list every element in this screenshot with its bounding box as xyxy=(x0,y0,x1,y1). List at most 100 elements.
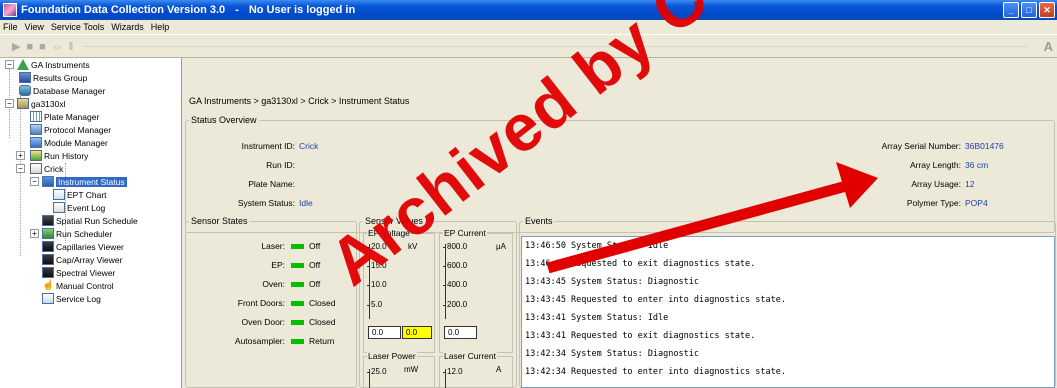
array-serial-label: Array Serial Number: xyxy=(881,141,961,151)
ep-voltage-setpoint-readout: 0.0 xyxy=(402,326,432,339)
oven-status-led xyxy=(291,282,304,287)
expand-toggle-icon[interactable]: + xyxy=(16,151,25,160)
suspend-icon[interactable]: ‖ xyxy=(69,41,74,53)
status-icon xyxy=(42,176,54,187)
toolbar: ▶ ■ ■ ⇔ ‖ A xyxy=(0,36,1057,58)
menu-view[interactable]: View xyxy=(25,22,44,32)
array-usage-value: 12 xyxy=(965,179,975,189)
sensor-values-legend: Sensor Values xyxy=(365,216,423,226)
tree-item-instrument-status[interactable]: Instrument Status xyxy=(42,175,127,188)
maximize-button[interactable]: □ xyxy=(1021,2,1037,18)
event-line: 13:43:41 System Status: Idle xyxy=(525,313,669,323)
protocol-icon xyxy=(30,124,42,135)
tree-item-plate-manager[interactable]: Plate Manager xyxy=(30,110,99,123)
laser-power-unit: mW xyxy=(404,365,419,374)
tree-item-run-scheduler[interactable]: Run Scheduler xyxy=(42,227,112,240)
tree-item-spectral-viewer[interactable]: Spectral Viewer xyxy=(42,266,115,279)
laser-current-tick: 12.0 xyxy=(443,367,463,376)
menu-file[interactable]: File xyxy=(3,22,18,32)
tree-item-crick[interactable]: Crick xyxy=(30,162,63,175)
ep-voltage-unit: kV xyxy=(408,242,418,251)
oven-label: Oven: xyxy=(262,279,285,289)
hand-icon: ☝ xyxy=(42,280,55,291)
array-length-value: 36 cm xyxy=(965,160,989,170)
title-separator: - xyxy=(235,4,239,16)
ep-current-unit: μA xyxy=(496,242,506,251)
menu-help[interactable]: Help xyxy=(151,22,170,32)
autosampler-value: Return xyxy=(309,336,335,346)
tree-item-results-group[interactable]: Results Group xyxy=(19,71,87,84)
menu-wizards[interactable]: Wizards xyxy=(111,22,144,32)
tree-item-database-manager[interactable]: Database Manager xyxy=(19,84,105,97)
module-icon xyxy=(30,137,42,148)
ep-voltage-gauge: EP Voltage kV 20.0 15.0 10.0 5.0 0.0 0.0 xyxy=(363,228,435,353)
ep-voltage-tick: 10.0 xyxy=(367,280,387,289)
user-status: No User is logged in xyxy=(248,4,356,16)
chart-icon xyxy=(53,189,65,200)
pause-icon[interactable]: ■ xyxy=(39,41,46,53)
instrument-id-value: Crick xyxy=(299,141,319,151)
tree-item-ga-instruments[interactable]: GA Instruments xyxy=(17,58,90,71)
tree-item-spatial-run-scheduler[interactable]: Spatial Run Schedule xyxy=(42,214,138,227)
ep-current-readout: 0.0 xyxy=(444,326,477,339)
window-title: Foundation Data Collection Version 3.0 xyxy=(21,4,226,16)
ep-voltage-tick: 5.0 xyxy=(366,300,383,309)
app-window: Foundation Data Collection Version 3.0 -… xyxy=(0,0,1057,388)
tree-item-ept-chart[interactable]: EPT Chart xyxy=(53,188,107,201)
collapse-toggle-icon[interactable]: − xyxy=(5,99,14,108)
array-serial-value: 36B01476 xyxy=(965,141,1004,151)
laser-power-title: Laser Power xyxy=(367,351,417,361)
menu-service-tools[interactable]: Service Tools xyxy=(51,22,104,32)
events-legend: Events xyxy=(525,216,553,226)
status-overview-legend: Status Overview xyxy=(191,115,257,125)
skip-icon[interactable]: ⇔ xyxy=(52,41,63,53)
front-doors-value: Closed xyxy=(309,298,336,308)
ep-current-title: EP Current xyxy=(443,228,487,238)
ep-voltage-title: EP Voltage xyxy=(367,228,411,238)
ep-voltage-tick: 15.0 xyxy=(367,261,387,270)
main-panel: GA Instruments > ga3130xl > Crick > Inst… xyxy=(183,58,1057,388)
events-log[interactable]: 13:46:50 System Status: Idle 13:46:50 Re… xyxy=(521,236,1055,388)
front-doors-status-led xyxy=(291,301,304,306)
laser-label: Laser: xyxy=(261,241,285,251)
polymer-type-label: Polymer Type: xyxy=(906,198,961,208)
tree-item-run-history[interactable]: Run History xyxy=(30,149,88,162)
collapse-toggle-icon[interactable]: − xyxy=(5,60,14,69)
plate-name-label: Plate Name: xyxy=(248,179,295,189)
laser-power-tick: 25.0 xyxy=(367,367,387,376)
collapse-toggle-icon[interactable]: − xyxy=(16,164,25,173)
instrument-id-label: Instrument ID: xyxy=(241,141,295,151)
stop-icon[interactable]: ■ xyxy=(26,41,33,53)
tree-item-ga3130xl[interactable]: ga3130xl xyxy=(17,97,66,110)
event-line: 13:42:34 Requested to enter into diagnos… xyxy=(525,367,786,377)
collapse-toggle-icon[interactable]: − xyxy=(30,177,39,186)
laser-current-gauge: Laser Current A 12.0 xyxy=(439,351,513,388)
database-icon xyxy=(19,85,31,96)
ep-voltage-readout: 0.0 xyxy=(368,326,401,339)
ep-current-tick: 600.0 xyxy=(442,261,468,270)
tree-item-protocol-manager[interactable]: Protocol Manager xyxy=(30,123,111,136)
ep-voltage-tick: 20.0 xyxy=(367,242,387,251)
ep-current-gauge: EP Current μA 800.0 600.0 400.0 200.0 0.… xyxy=(439,228,513,353)
tree-item-manual-control[interactable]: ☝ Manual Control xyxy=(42,279,114,292)
autosampler-status-led xyxy=(291,339,304,344)
expand-toggle-icon[interactable]: + xyxy=(30,229,39,238)
app-icon xyxy=(3,3,17,17)
laser-status-led xyxy=(291,244,304,249)
oven-door-value: Closed xyxy=(309,317,336,327)
toolbar-divider xyxy=(83,46,1027,47)
title-bar: Foundation Data Collection Version 3.0 -… xyxy=(0,0,1057,20)
ep-status-led xyxy=(291,263,304,268)
close-button[interactable]: ✕ xyxy=(1039,2,1055,18)
plate-icon xyxy=(30,111,42,122)
tree-item-cap-array-viewer[interactable]: Cap/Array Viewer xyxy=(42,253,122,266)
minimize-button[interactable]: _ xyxy=(1003,2,1019,18)
tree-item-service-log[interactable]: Service Log xyxy=(42,292,101,305)
oven-door-label: Oven Door: xyxy=(241,317,285,327)
system-status-label: System Status: xyxy=(237,198,295,208)
play-icon[interactable]: ▶ xyxy=(12,40,20,53)
tree-item-module-manager[interactable]: Module Manager xyxy=(30,136,108,149)
ep-current-tick: 800.0 xyxy=(442,242,468,251)
tree-item-capillaries-viewer[interactable]: Capillaries Viewer xyxy=(42,240,124,253)
tree-item-event-log[interactable]: Event Log xyxy=(53,201,105,214)
